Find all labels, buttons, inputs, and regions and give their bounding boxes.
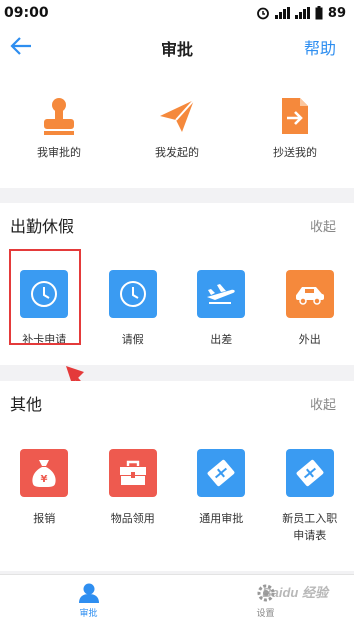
tab-label: 设置 bbox=[256, 608, 275, 618]
grid-item-label: 通用审批 bbox=[199, 513, 244, 525]
tab-approval[interactable]: 审批 bbox=[0, 575, 177, 622]
grid-item-new-hire-form[interactable]: 新员工入职申请表 bbox=[266, 449, 354, 545]
page-title: 审批 bbox=[160, 42, 193, 59]
section-header: 出勤休假 收起 bbox=[0, 203, 354, 247]
quick-item-label: 我发起的 bbox=[155, 147, 199, 159]
grid-item-label: 请假 bbox=[121, 334, 144, 346]
grid-item-leave[interactable]: 请假 bbox=[89, 270, 178, 349]
quick-item-label: 抄送我的 bbox=[273, 147, 317, 159]
grid-item-label: 报销 bbox=[33, 513, 56, 525]
status-bar: 09:00 89 bbox=[0, 0, 354, 26]
collapse-button[interactable]: 收起 bbox=[310, 394, 336, 413]
cc-document-icon bbox=[276, 96, 314, 136]
other-grid: ¥ 报销 物品领用 通用审批 新员工入职申请表 bbox=[0, 425, 354, 545]
grid-item-label: 物品领用 bbox=[110, 513, 155, 525]
section-title: 其他 bbox=[10, 397, 43, 414]
status-right: 89 bbox=[256, 6, 346, 21]
watermark: Baidu 经验 bbox=[262, 585, 328, 600]
battery-icon bbox=[315, 6, 323, 20]
handshake-icon bbox=[285, 449, 334, 497]
person-icon bbox=[78, 583, 99, 603]
other-section: 其他 收起 ¥ 报销 物品领用 通用审批 新员工入职申请表 bbox=[0, 381, 354, 571]
grid-item-label: 出差 bbox=[210, 334, 233, 346]
handshake-icon bbox=[197, 449, 246, 497]
car-icon bbox=[285, 270, 334, 318]
grid-item-general-approval[interactable]: 通用审批 bbox=[177, 449, 266, 545]
toolbox-icon bbox=[108, 449, 157, 497]
grid-item-label: 外出 bbox=[298, 334, 321, 346]
nav-bar: 审批 帮助 bbox=[0, 26, 354, 66]
grid-item-reimbursement[interactable]: ¥ 报销 bbox=[0, 449, 89, 545]
quick-actions: 我审批的 我发起的 抄送我的 bbox=[0, 66, 354, 188]
quick-item-label: 我审批的 bbox=[37, 147, 81, 159]
status-time: 09:00 bbox=[4, 5, 49, 21]
signal-2-icon bbox=[294, 7, 310, 19]
grid-item-label: 新员工入职申请表 bbox=[282, 513, 338, 542]
approver-stamp-icon bbox=[40, 96, 78, 136]
grid-item-going-out[interactable]: 外出 bbox=[266, 270, 354, 349]
clock-icon bbox=[108, 270, 157, 318]
airplane-icon bbox=[197, 270, 246, 318]
quick-item-initiated[interactable]: 我发起的 bbox=[118, 66, 236, 188]
quick-item-my-approvals[interactable]: 我审批的 bbox=[0, 66, 118, 188]
quick-item-cc[interactable]: 抄送我的 bbox=[236, 66, 354, 188]
collapse-button[interactable]: 收起 bbox=[310, 216, 336, 235]
highlight-box bbox=[9, 249, 81, 345]
grid-item-business-trip[interactable]: 出差 bbox=[177, 270, 266, 349]
section-header: 其他 收起 bbox=[0, 381, 354, 425]
grid-item-item-requisition[interactable]: 物品领用 bbox=[89, 449, 178, 545]
tab-label: 审批 bbox=[79, 608, 98, 618]
alarm-icon bbox=[257, 7, 269, 20]
svg-text:¥: ¥ bbox=[41, 474, 48, 485]
paper-plane-icon bbox=[158, 96, 196, 136]
money-bag-icon: ¥ bbox=[20, 449, 69, 497]
signal-icon bbox=[274, 7, 290, 19]
battery-level: 89 bbox=[327, 5, 346, 21]
help-button[interactable]: 帮助 bbox=[304, 35, 336, 59]
section-title: 出勤休假 bbox=[10, 219, 75, 236]
